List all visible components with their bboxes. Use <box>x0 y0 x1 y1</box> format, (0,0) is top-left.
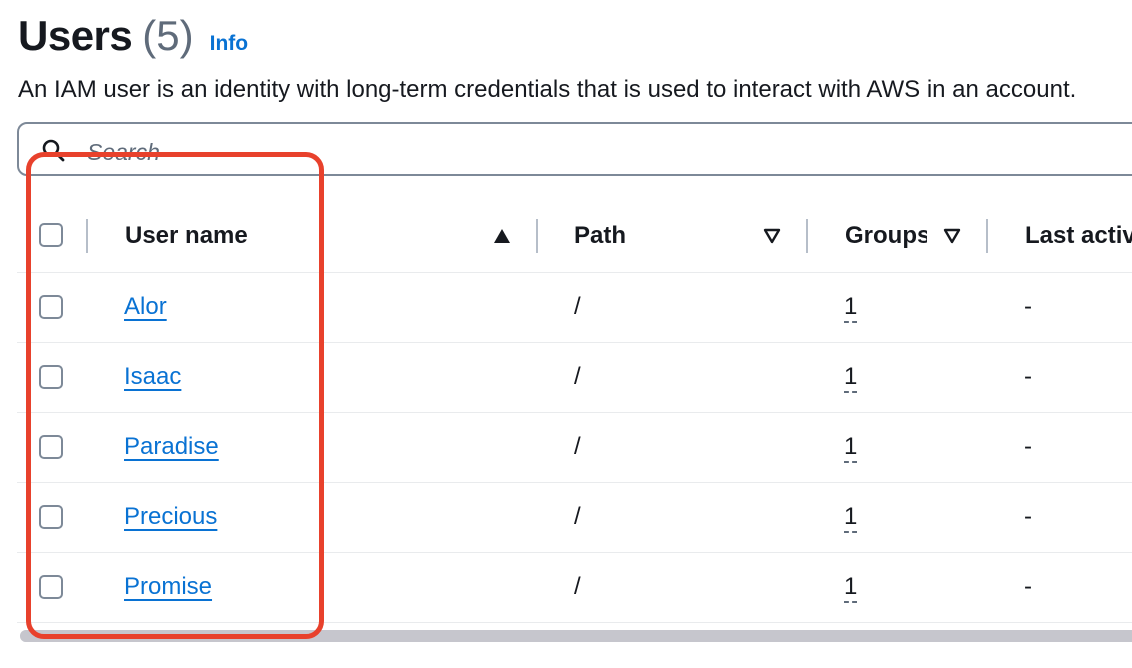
table-row: Precious / 1 - <box>17 483 1132 553</box>
page-description: An IAM user is an identity with long-ter… <box>18 76 1077 103</box>
row-checkbox[interactable] <box>39 365 63 389</box>
users-table: User name Path Groups Last activity Alor… <box>17 198 1132 623</box>
table-row: Alor / 1 - <box>17 273 1132 343</box>
path-cell: / <box>574 433 581 460</box>
table-header-row: User name Path Groups Last activity <box>17 198 1132 273</box>
column-divider <box>86 219 88 253</box>
column-divider[interactable] <box>536 219 538 253</box>
path-cell: / <box>574 503 581 530</box>
column-header-groups[interactable]: Groups <box>845 222 927 250</box>
column-header-path[interactable]: Path <box>574 222 694 250</box>
user-name-link[interactable]: Precious <box>124 503 217 530</box>
row-checkbox[interactable] <box>39 295 63 319</box>
path-cell: / <box>574 293 581 320</box>
user-name-link[interactable]: Paradise <box>124 433 219 460</box>
last-activity-cell: - <box>1024 503 1032 530</box>
row-checkbox[interactable] <box>39 435 63 459</box>
user-count: (5) <box>142 12 194 59</box>
sort-ascending-icon[interactable] <box>493 228 511 244</box>
column-header-last-activity[interactable]: Last activity <box>1025 222 1132 250</box>
last-activity-cell: - <box>1024 363 1032 390</box>
horizontal-scrollbar[interactable] <box>20 630 1132 642</box>
last-activity-cell: - <box>1024 433 1032 460</box>
path-cell: / <box>574 573 581 600</box>
path-cell: / <box>574 363 581 390</box>
groups-count[interactable]: 1 <box>844 363 858 393</box>
groups-count[interactable]: 1 <box>844 573 858 603</box>
user-name-link[interactable]: Promise <box>124 573 212 600</box>
search-box[interactable] <box>17 122 1132 176</box>
groups-count[interactable]: 1 <box>844 293 858 323</box>
iam-users-page: Users (5) Info An IAM user is an identit… <box>0 0 1132 668</box>
groups-count[interactable]: 1 <box>844 433 858 463</box>
last-activity-cell: - <box>1024 573 1032 600</box>
sort-toggle-icon[interactable] <box>943 228 961 244</box>
table-row: Isaac / 1 - <box>17 343 1132 413</box>
search-icon <box>42 139 65 162</box>
select-all-checkbox[interactable] <box>39 223 63 247</box>
row-checkbox[interactable] <box>39 505 63 529</box>
groups-count[interactable]: 1 <box>844 503 858 533</box>
table-row: Promise / 1 - <box>17 553 1132 623</box>
column-header-user-name[interactable]: User name <box>125 222 375 250</box>
user-name-link[interactable]: Isaac <box>124 363 181 390</box>
user-name-link[interactable]: Alor <box>124 293 167 320</box>
row-checkbox[interactable] <box>39 575 63 599</box>
info-link[interactable]: Info <box>210 32 248 56</box>
table-row: Paradise / 1 - <box>17 413 1132 483</box>
column-divider[interactable] <box>986 219 988 253</box>
page-header: Users (5) Info <box>18 12 248 60</box>
sort-toggle-icon[interactable] <box>763 228 781 244</box>
column-divider[interactable] <box>806 219 808 253</box>
search-input[interactable] <box>85 134 989 170</box>
page-title: Users <box>18 12 133 59</box>
last-activity-cell: - <box>1024 293 1032 320</box>
scrollbar-thumb[interactable] <box>20 630 1132 642</box>
